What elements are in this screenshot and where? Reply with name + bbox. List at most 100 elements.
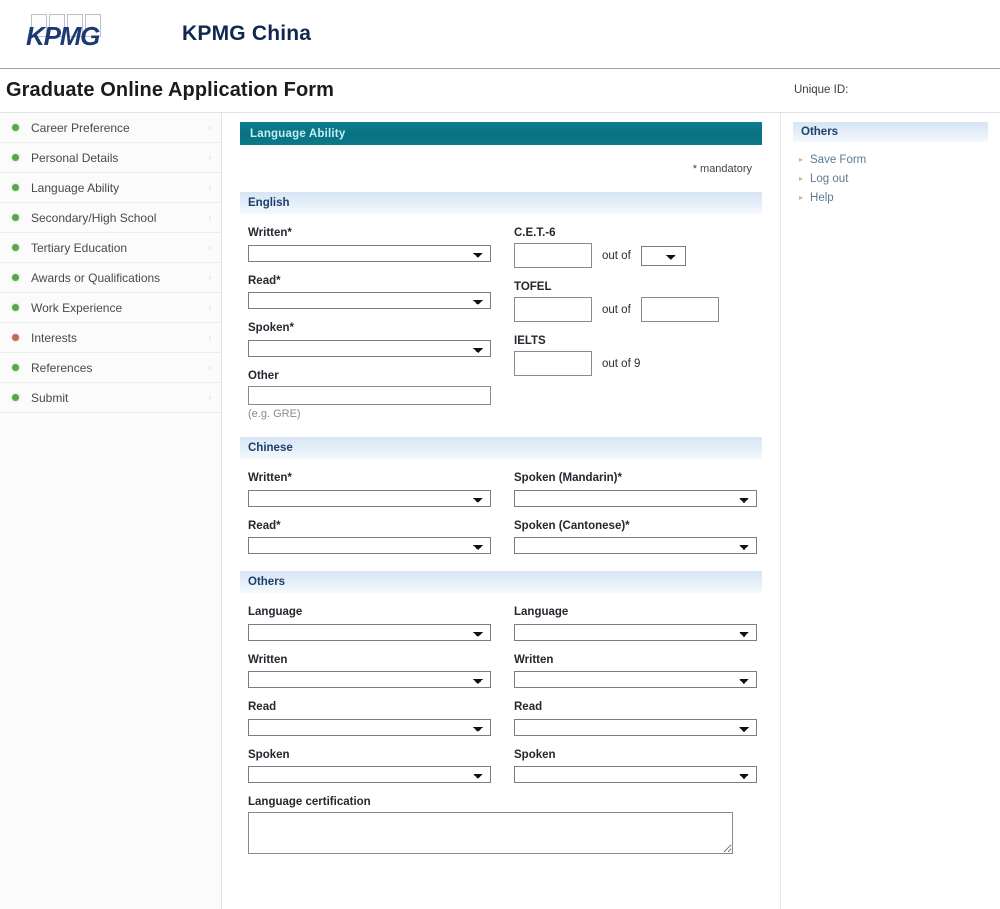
- chevron-right-icon: ›: [208, 303, 211, 312]
- right-panel-title: Others: [801, 126, 839, 138]
- sidebar-item-label: Secondary/High School: [31, 210, 157, 225]
- sidebar-item-label: Awards or Qualifications: [31, 270, 161, 285]
- link-label: Save Form: [810, 153, 867, 166]
- sidebar-item-awards-or-qualifications[interactable]: Awards or Qualifications ›: [0, 263, 221, 293]
- tofel-outof-input[interactable]: [640, 297, 719, 322]
- field-label: Read*: [248, 274, 281, 287]
- language-certification-textarea[interactable]: [248, 812, 733, 854]
- ielts-outof-label: out of 9: [602, 357, 641, 370]
- field-label: Spoken (Cantonese)*: [514, 519, 630, 532]
- field-english-other: Other (e.g. GRE): [248, 369, 510, 420]
- chevron-right-icon: ▸: [799, 174, 804, 183]
- application-page: KPMG KPMG China Graduate Online Applicat…: [0, 0, 1000, 909]
- other1-spoken-select[interactable]: [248, 766, 491, 783]
- sidebar-item-label: Career Preference: [31, 120, 130, 135]
- section-title: Others: [248, 576, 286, 588]
- right-panel-header: Others: [793, 122, 988, 142]
- save-form-link[interactable]: ▸ Save Form: [799, 150, 988, 169]
- field-cet6: C.E.T.-6 out of: [514, 227, 776, 268]
- field-chinese-read: Read*: [248, 519, 510, 554]
- english-written-select[interactable]: [248, 244, 491, 262]
- sidebar-item-label: Personal Details: [31, 150, 119, 165]
- other2-language-select[interactable]: [514, 623, 757, 641]
- field-label: Language certification: [248, 796, 371, 808]
- field-label: Other: [248, 369, 279, 382]
- status-bullet-icon: [12, 364, 19, 371]
- section-title: Chinese: [248, 442, 293, 454]
- chinese-read-select[interactable]: [248, 537, 491, 554]
- chinese-spoken-cantonese-select[interactable]: [514, 537, 757, 554]
- chevron-right-icon: ›: [208, 213, 211, 222]
- form-panel: Language Ability * mandatory English Wri…: [222, 113, 780, 909]
- field-label: Written: [248, 653, 288, 666]
- field-label: Read: [248, 701, 277, 713]
- english-right-column: C.E.T.-6 out of TOFEL out of IELTS out o…: [514, 214, 776, 420]
- cet6-score-input[interactable]: [514, 243, 592, 268]
- other2-read-select[interactable]: [514, 718, 757, 736]
- english-other-input[interactable]: [248, 386, 491, 405]
- language-certification-row: Language certification: [240, 783, 762, 859]
- chevron-right-icon: ›: [208, 123, 211, 132]
- field-label: TOFEL: [514, 281, 552, 293]
- english-spoken-select[interactable]: [248, 339, 491, 357]
- chinese-spoken-mandarin-select[interactable]: [514, 489, 757, 507]
- field-other1-written: Written: [248, 653, 510, 688]
- field-label: Spoken*: [248, 322, 295, 334]
- cet6-outof-select[interactable]: [640, 245, 686, 266]
- field-chinese-written: Written*: [248, 472, 510, 507]
- sidebar-item-personal-details[interactable]: Personal Details ›: [0, 143, 221, 173]
- sidebar-item-references[interactable]: References ›: [0, 353, 221, 383]
- ielts-row: out of 9: [514, 351, 776, 376]
- field-other2-read: Read: [514, 701, 776, 736]
- brand-bar: KPMG KPMG China: [0, 0, 1000, 69]
- sidebar-item-tertiary-education[interactable]: Tertiary Education ›: [0, 233, 221, 263]
- sidebar-item-submit[interactable]: Submit ›: [0, 383, 221, 413]
- field-tofel: TOFEL out of: [514, 281, 776, 322]
- field-other1-spoken: Spoken: [248, 748, 510, 783]
- field-english-spoken: Spoken*: [248, 322, 510, 357]
- chevron-right-icon: ›: [208, 393, 211, 402]
- other1-written-select[interactable]: [248, 671, 491, 688]
- chinese-written-select[interactable]: [248, 489, 491, 507]
- field-label: Read*: [248, 519, 281, 532]
- english-fields: Written* Read* Spoken* Other (e.g. GRE) …: [240, 214, 762, 420]
- section-header-english: English: [240, 192, 762, 214]
- other2-spoken-select[interactable]: [514, 766, 757, 783]
- status-bullet-icon: [12, 244, 19, 251]
- field-language-certification: Language certification: [248, 796, 733, 859]
- english-read-select[interactable]: [248, 292, 491, 309]
- field-label: Written: [514, 653, 554, 666]
- sidebar-item-label: References: [31, 360, 93, 375]
- tofel-score-input[interactable]: [514, 297, 592, 322]
- chinese-right-column: Spoken (Mandarin)* Spoken (Cantonese)*: [514, 459, 776, 554]
- sidebar-item-label: Tertiary Education: [31, 240, 128, 255]
- sidebar-item-language-ability[interactable]: Language Ability ›: [0, 173, 221, 203]
- sidebar-item-secondary-high-school[interactable]: Secondary/High School ›: [0, 203, 221, 233]
- sidebar-item-label: Work Experience: [31, 300, 123, 315]
- ielts-score-input[interactable]: [514, 351, 592, 376]
- others-left-column: Language Written Read Spoken: [248, 593, 510, 783]
- sidebar-item-work-experience[interactable]: Work Experience ›: [0, 293, 221, 323]
- kpmg-logo: KPMG: [26, 12, 104, 56]
- sidebar-item-career-preference[interactable]: Career Preference ›: [0, 113, 221, 143]
- other2-written-select[interactable]: [514, 671, 757, 688]
- sidebar-item-label: Submit: [31, 390, 69, 405]
- field-label: Spoken: [248, 748, 290, 761]
- logo-wordmark: KPMG: [26, 21, 100, 51]
- status-bullet-icon: [12, 214, 19, 221]
- field-label: Written*: [248, 472, 292, 484]
- field-label: Spoken (Mandarin)*: [514, 472, 622, 484]
- help-link[interactable]: ▸ Help: [799, 188, 988, 207]
- chevron-right-icon: ›: [208, 153, 211, 162]
- english-other-hint: (e.g. GRE): [248, 408, 301, 420]
- log-out-link[interactable]: ▸ Log out: [799, 169, 988, 188]
- other1-language-select[interactable]: [248, 623, 491, 641]
- field-chinese-spoken-cantonese: Spoken (Cantonese)*: [514, 519, 776, 554]
- cet6-outof-label: out of: [602, 249, 631, 262]
- chevron-right-icon: ›: [208, 273, 211, 282]
- others-right-column: Language Written Read Spoken: [514, 593, 776, 783]
- sidebar-item-interests[interactable]: Interests ›: [0, 323, 221, 353]
- field-ielts: IELTS out of 9: [514, 335, 776, 376]
- other1-read-select[interactable]: [248, 718, 491, 736]
- field-english-written: Written*: [248, 227, 510, 262]
